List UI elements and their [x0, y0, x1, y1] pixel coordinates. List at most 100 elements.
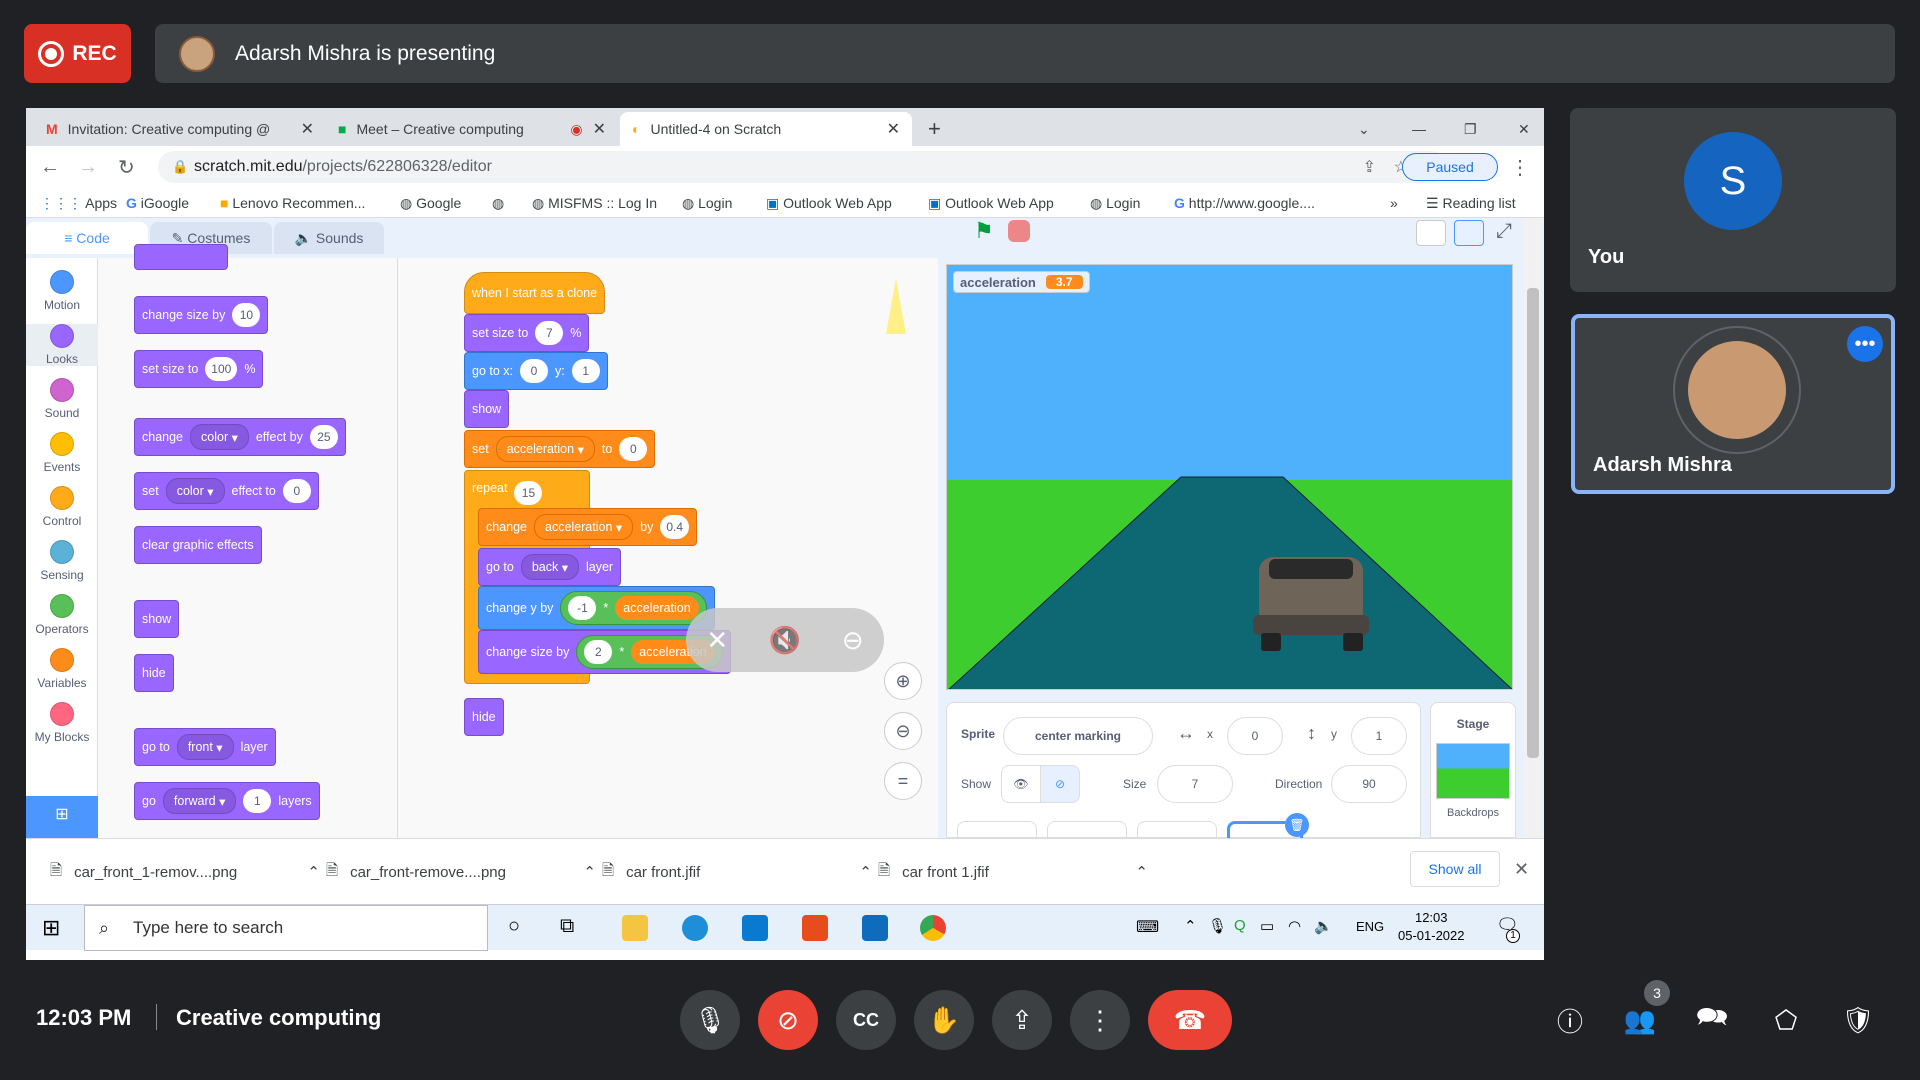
script-set-variable[interactable]: set acceleration ▾ to 0 — [464, 430, 656, 468]
category-control[interactable]: Control — [26, 486, 98, 528]
block-input[interactable]: 1 — [243, 789, 272, 813]
bookmark-google[interactable]: ◍ Google — [400, 195, 461, 212]
backdrop-thumbnail[interactable] — [1436, 743, 1510, 799]
task-view-icon[interactable]: ⧉ — [560, 915, 574, 938]
bookmark-google-url[interactable]: G http://www.google.... — [1174, 195, 1315, 211]
chevron-up-icon[interactable]: ⌃ — [583, 863, 596, 881]
mail-icon[interactable] — [862, 915, 888, 941]
new-tab-button[interactable]: + — [916, 112, 953, 146]
battery-icon[interactable]: ▭ — [1260, 917, 1274, 935]
multiply-operator-block[interactable]: -1 * acceleration — [560, 591, 707, 625]
palette-goto-layer[interactable]: go to front ▾ layer — [134, 728, 276, 766]
chevron-up-icon[interactable]: ⌃ — [1135, 863, 1148, 881]
bookmark-login-2[interactable]: ◍ Login — [1090, 195, 1140, 212]
hide-eye-icon[interactable]: ⊘ — [1040, 765, 1080, 803]
meeting-details-button[interactable]: ⓘ — [1546, 996, 1594, 1044]
captions-button[interactable]: CC — [836, 990, 896, 1050]
script-set-size[interactable]: set size to 7% — [464, 314, 590, 352]
bookmarks-overflow[interactable]: » — [1390, 195, 1398, 211]
script-goto-layer[interactable]: go to back ▾ layer — [478, 548, 622, 586]
variable-monitor[interactable]: acceleration 3.7 — [953, 271, 1090, 293]
palette-set-effect[interactable]: set color ▾ effect to 0 — [134, 472, 319, 510]
block-input[interactable]: 0 — [619, 437, 648, 461]
minimize-icon[interactable]: — — [1400, 112, 1438, 146]
script-change-y[interactable]: change y by -1 * acceleration — [478, 586, 715, 630]
block-input[interactable]: 25 — [309, 425, 338, 449]
block-input[interactable]: 0 — [520, 359, 548, 383]
sprite-thumb[interactable] — [1137, 821, 1217, 839]
zoom-reset-icon[interactable]: = — [884, 762, 922, 800]
palette-go-layers[interactable]: go forward ▾ 1 layers — [134, 782, 320, 820]
zoom-out-icon[interactable]: ⊖ — [884, 712, 922, 750]
edge-icon[interactable] — [682, 915, 708, 941]
chat-button[interactable]: 🗪 — [1688, 996, 1736, 1044]
show-all-button[interactable]: Show all — [1410, 851, 1500, 887]
share-icon[interactable]: ⇪ — [1363, 157, 1376, 177]
hat-block-clone[interactable]: when I start as a clone — [464, 272, 606, 314]
tab-code[interactable]: ≡ Code — [26, 222, 148, 254]
microphone-button[interactable]: 🎙 — [680, 990, 740, 1050]
participant-tile-you[interactable]: S You — [1570, 108, 1896, 292]
file-explorer-icon[interactable] — [622, 915, 648, 941]
taskbar-search[interactable]: ⌕ Type here to search — [84, 905, 488, 951]
bookmark-outlook-2[interactable]: ▣ Outlook Web App — [928, 195, 1054, 212]
back-icon[interactable]: ← — [40, 156, 60, 179]
host-controls-button[interactable]: 🛡 — [1834, 996, 1882, 1044]
language-indicator[interactable]: ENG — [1356, 919, 1384, 934]
present-button[interactable]: ⇪ — [992, 990, 1052, 1050]
palette-clear-effects[interactable]: clear graphic effects — [134, 526, 262, 564]
chevron-up-icon[interactable]: ⌃ — [859, 863, 872, 881]
palette-set-size[interactable]: set size to 100% — [134, 350, 264, 388]
bookmark-lenovo[interactable]: ■ Lenovo Recommen... — [220, 195, 365, 211]
page-scrollbar[interactable] — [1524, 218, 1542, 838]
profile-paused-button[interactable]: Paused — [1402, 153, 1498, 181]
tab-search-icon[interactable]: ⌄ — [1346, 112, 1382, 146]
q-app-icon[interactable]: Q — [1234, 917, 1246, 934]
add-extension-button[interactable]: ⊞ — [26, 796, 98, 838]
reading-list[interactable]: ☰ Reading list — [1426, 195, 1516, 212]
tab-meet[interactable]: ■ Meet – Creative computing ◉ ✕ — [326, 112, 618, 146]
small-stage-icon[interactable] — [1416, 220, 1446, 246]
delete-sprite-icon[interactable]: 🗑 — [1285, 813, 1309, 837]
script-change-variable[interactable]: change acceleration ▾ by 0.4 — [478, 508, 698, 546]
close-icon[interactable]: ✕ — [301, 119, 314, 139]
size-input[interactable]: 7 — [1157, 765, 1233, 803]
category-events[interactable]: Events — [26, 432, 98, 474]
more-options-icon[interactable]: ••• — [1847, 326, 1883, 362]
palette-change-size[interactable]: change size by 10 — [134, 296, 269, 334]
restore-icon[interactable]: ❐ — [1452, 112, 1489, 146]
download-item[interactable]: 🗎 car_front_1-remov....png ⌃ — [50, 839, 320, 905]
bookmark-outlook[interactable]: ▣ Outlook Web App — [766, 195, 892, 212]
stage-canvas[interactable]: acceleration 3.7 — [946, 264, 1513, 690]
chrome-icon[interactable] — [920, 915, 946, 941]
block-dropdown[interactable]: acceleration ▾ — [495, 436, 595, 462]
stage-panel[interactable]: Stage Backdrops — [1430, 702, 1516, 838]
volume-icon[interactable]: 🔈 — [1314, 917, 1333, 935]
category-looks[interactable]: Looks — [26, 324, 98, 366]
x-input[interactable]: 0 — [1227, 717, 1283, 755]
sprite-thumb[interactable] — [1047, 821, 1127, 839]
tab-gmail[interactable]: M Invitation: Creative computing @ ✕ — [34, 112, 326, 146]
direction-input[interactable]: 90 — [1331, 765, 1407, 803]
forward-icon[interactable]: → — [78, 156, 98, 179]
block-input[interactable]: 15 — [514, 481, 543, 505]
palette-show[interactable]: show — [134, 600, 180, 638]
bookmark-misfms[interactable]: ◍ MISFMS :: Log In — [532, 195, 657, 212]
block-input[interactable]: 7 — [535, 321, 564, 345]
bookmark-globe[interactable]: ◍ — [492, 195, 504, 212]
close-downloads-icon[interactable]: ✕ — [1514, 859, 1529, 880]
palette-block-partial[interactable] — [134, 244, 228, 270]
office-icon[interactable] — [802, 915, 828, 941]
kebab-menu-icon[interactable]: ⋮ — [1510, 155, 1530, 180]
minimize-icon[interactable]: ⊖ — [842, 625, 864, 656]
l-app-icon[interactable] — [742, 915, 768, 941]
windows-start-icon[interactable]: ⊞ — [42, 915, 60, 941]
green-flag-icon[interactable]: ⚑ — [974, 218, 994, 244]
url-field[interactable]: 🔒 scratch.mit.edu/projects/622806328/edi… — [158, 151, 1448, 183]
block-dropdown[interactable]: forward ▾ — [162, 788, 237, 814]
category-variables[interactable]: Variables — [26, 648, 98, 690]
close-icon[interactable]: ✕ — [593, 119, 606, 139]
normal-stage-icon[interactable] — [1454, 220, 1484, 246]
mic-tray-icon[interactable]: 🎙 — [1208, 917, 1227, 935]
sprite-thumb[interactable] — [957, 821, 1037, 839]
